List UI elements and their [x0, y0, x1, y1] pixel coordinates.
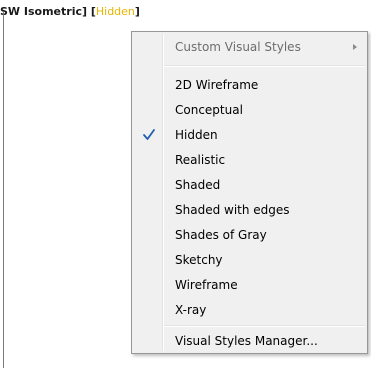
menu-item-x-ray[interactable]: X-ray — [134, 299, 365, 321]
menu-item-shaded-with-edges[interactable]: Shaded with edges — [134, 199, 365, 221]
viewport[interactable]: SW Isometric] [Hidden] Custom Visual Sty… — [0, 0, 371, 368]
menu-item-hidden[interactable]: Hidden — [134, 124, 365, 146]
viewport-left-border — [3, 12, 4, 368]
menu-item-shades-of-gray[interactable]: Shades of Gray — [134, 224, 365, 246]
menu-separator — [164, 325, 365, 327]
menu-item-label: X-ray — [175, 303, 207, 317]
menu-item-label: Wireframe — [175, 278, 238, 292]
viewport-label-close-bracket: ] — [134, 5, 140, 18]
menu-separator — [164, 65, 365, 67]
menu-item-label: Hidden — [175, 128, 218, 142]
viewport-label-visual-style[interactable]: Hidden — [96, 5, 135, 18]
submenu-arrow-icon — [353, 44, 357, 50]
menu-item-label: 2D Wireframe — [175, 78, 259, 92]
checkmark-icon — [142, 124, 156, 146]
menu-item-label: Sketchy — [175, 253, 223, 267]
menu-item-wireframe[interactable]: Wireframe — [134, 274, 365, 296]
menu-item-label: Shaded — [175, 178, 221, 192]
menu-item-conceptual[interactable]: Conceptual — [134, 99, 365, 121]
menu-item-custom-visual-styles[interactable]: Custom Visual Styles — [134, 36, 365, 58]
menu-item-2d-wireframe[interactable]: 2D Wireframe — [134, 74, 365, 96]
viewport-label: SW Isometric] [Hidden] — [0, 5, 140, 18]
visual-styles-context-menu: Custom Visual Styles 2D Wireframe Concep… — [131, 31, 368, 354]
menu-item-label: Shaded with edges — [175, 203, 290, 217]
menu-item-sketchy[interactable]: Sketchy — [134, 249, 365, 271]
menu-item-visual-styles-manager[interactable]: Visual Styles Manager... — [134, 330, 365, 352]
menu-item-label: Conceptual — [175, 103, 243, 117]
menu-item-label: Shades of Gray — [175, 228, 267, 242]
menu-item-realistic[interactable]: Realistic — [134, 149, 365, 171]
menu-item-shaded[interactable]: Shaded — [134, 174, 365, 196]
menu-item-label: Visual Styles Manager... — [175, 334, 318, 348]
menu-item-label: Custom Visual Styles — [175, 40, 301, 54]
viewport-label-view[interactable]: SW Isometric] [ — [0, 5, 96, 18]
menu-item-label: Realistic — [175, 153, 226, 167]
